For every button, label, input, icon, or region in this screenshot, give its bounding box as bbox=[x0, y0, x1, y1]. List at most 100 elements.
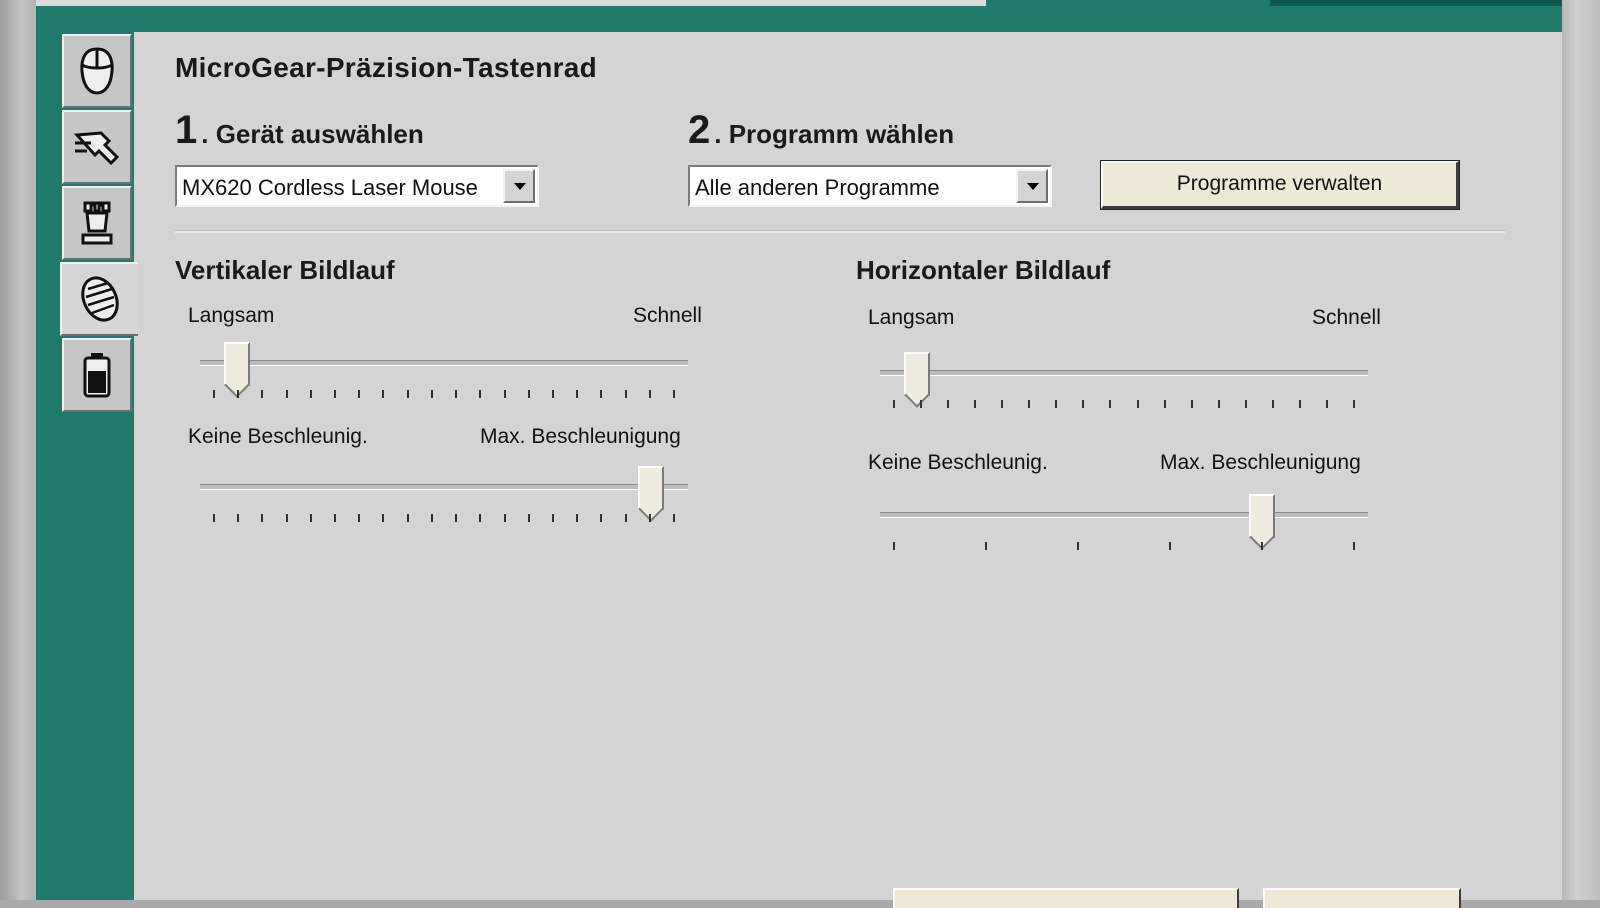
horizontal-accel-max-label: Max. Beschleunigung bbox=[1160, 451, 1361, 474]
slider-tick bbox=[673, 390, 675, 398]
bottom-button-left[interactable] bbox=[893, 888, 1239, 908]
slider-track bbox=[200, 360, 688, 366]
slider-tick bbox=[503, 390, 506, 398]
slider-thumb[interactable] bbox=[1249, 494, 1275, 538]
device-select-value: MX620 Cordless Laser Mouse bbox=[182, 175, 478, 200]
chevron-down-icon[interactable] bbox=[1016, 169, 1048, 203]
slider-tick bbox=[1353, 400, 1355, 408]
nav-tab-scroll-wheel[interactable] bbox=[60, 262, 138, 336]
slider-thumb[interactable] bbox=[224, 342, 250, 386]
bottom-button-right[interactable] bbox=[1263, 888, 1461, 908]
slider-tick bbox=[1353, 542, 1355, 550]
slider-tick bbox=[1169, 542, 1171, 550]
slider-tick bbox=[382, 514, 385, 522]
slider-tick bbox=[1244, 400, 1247, 408]
slider-track bbox=[200, 484, 688, 490]
slider-tick bbox=[1261, 542, 1263, 550]
slider-tick bbox=[285, 390, 288, 398]
vertical-speed-slider[interactable] bbox=[200, 342, 688, 402]
horizontal-speed-max-label: Schnell bbox=[1312, 306, 1381, 329]
slider-track bbox=[880, 512, 1368, 518]
slider-tick bbox=[576, 390, 579, 398]
slider-thumb[interactable] bbox=[638, 466, 664, 510]
step2-number: 2 bbox=[688, 108, 711, 152]
vertical-accel-max-label: Max. Beschleunigung bbox=[480, 425, 681, 448]
slider-tick bbox=[479, 514, 482, 522]
vertical-acceleration-slider[interactable] bbox=[200, 466, 688, 526]
slider-tick bbox=[213, 390, 215, 398]
slider-tick bbox=[406, 390, 409, 398]
slider-tick bbox=[893, 542, 895, 550]
slider-tick bbox=[576, 514, 579, 522]
slider-tick bbox=[1136, 400, 1139, 408]
nav-tab-battery[interactable] bbox=[62, 338, 132, 412]
slider-tick bbox=[648, 514, 651, 522]
slider-tick bbox=[261, 514, 264, 522]
program-select-value: Alle anderen Programme bbox=[695, 175, 940, 200]
nav-tab-pointer[interactable] bbox=[62, 110, 132, 184]
slider-tick bbox=[974, 400, 977, 408]
slider-tick bbox=[1217, 400, 1220, 408]
vertical-speed-max-label: Schnell bbox=[633, 304, 702, 327]
battery-icon bbox=[83, 353, 111, 398]
scroll-wheel-icon bbox=[81, 276, 119, 322]
slider-tick bbox=[1163, 400, 1166, 408]
step1-label: . Gerät auswählen bbox=[201, 119, 424, 149]
slider-track bbox=[880, 370, 1368, 376]
slider-tick bbox=[503, 514, 506, 522]
slider-tick bbox=[624, 390, 627, 398]
vertical-speed-min-label: Langsam bbox=[188, 304, 275, 327]
step1-number: 1 bbox=[175, 108, 198, 152]
slider-tick bbox=[358, 514, 361, 522]
slider-tick bbox=[430, 514, 433, 522]
pointer-icon bbox=[73, 131, 120, 166]
program-select[interactable]: Alle anderen Programme bbox=[688, 165, 1052, 207]
divider bbox=[175, 230, 1505, 233]
slider-tick bbox=[920, 400, 923, 408]
horizontal-speed-min-label: Langsam bbox=[868, 306, 955, 329]
horizontal-accel-min-label: Keine Beschleunig. bbox=[868, 451, 1048, 474]
slider-tick bbox=[527, 514, 530, 522]
horizontal-acceleration-slider[interactable] bbox=[880, 494, 1368, 554]
step2-label: . Programm wählen bbox=[714, 119, 955, 149]
slider-tick bbox=[382, 390, 385, 398]
chevron-down-icon[interactable] bbox=[503, 169, 535, 203]
slider-tick bbox=[1109, 400, 1112, 408]
slider-tick bbox=[479, 390, 482, 398]
slider-tick bbox=[406, 514, 409, 522]
slider-tick bbox=[309, 514, 312, 522]
nav-tab-games[interactable] bbox=[62, 186, 132, 260]
device-select[interactable]: MX620 Cordless Laser Mouse bbox=[175, 165, 539, 207]
slider-thumb[interactable] bbox=[904, 352, 930, 396]
slider-tick bbox=[673, 514, 675, 522]
slider-tick bbox=[600, 390, 603, 398]
slider-tick bbox=[1325, 400, 1328, 408]
nav-tab-mouse[interactable] bbox=[62, 34, 132, 108]
slider-tick bbox=[334, 390, 337, 398]
slider-tick bbox=[455, 390, 458, 398]
slider-tick bbox=[527, 390, 530, 398]
page-title: MicroGear-Präzision-Tastenrad bbox=[175, 52, 598, 83]
slider-tick bbox=[893, 400, 895, 408]
slider-tick bbox=[1190, 400, 1193, 408]
slider-tick bbox=[624, 514, 627, 522]
slider-tick bbox=[237, 514, 240, 522]
slider-tick bbox=[985, 542, 987, 550]
vertical-accel-min-label: Keine Beschleunig. bbox=[188, 425, 368, 448]
chess-rook-icon bbox=[81, 201, 113, 245]
window-top-bar bbox=[36, 0, 986, 6]
slider-tick bbox=[551, 514, 554, 522]
slider-tick bbox=[1028, 400, 1031, 408]
slider-tick bbox=[648, 390, 651, 398]
horizontal-speed-slider[interactable] bbox=[880, 352, 1368, 412]
slider-tick bbox=[358, 390, 361, 398]
slider-tick bbox=[237, 390, 240, 398]
window-top-accent bbox=[1270, 0, 1562, 6]
slider-tick bbox=[1271, 400, 1274, 408]
slider-tick bbox=[309, 390, 312, 398]
slider-tick bbox=[261, 390, 264, 398]
slider-tick bbox=[334, 514, 337, 522]
slider-tick bbox=[947, 400, 950, 408]
manage-programs-button[interactable]: Programme verwalten bbox=[1100, 160, 1460, 210]
slider-tick bbox=[1077, 542, 1079, 550]
